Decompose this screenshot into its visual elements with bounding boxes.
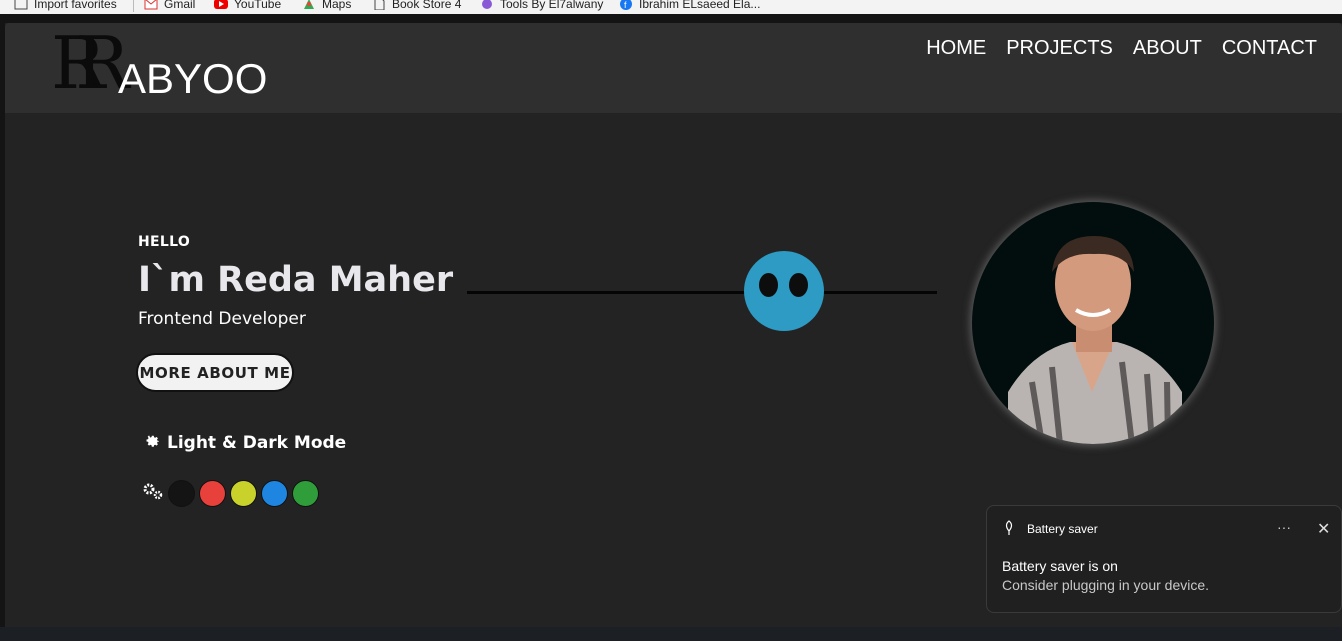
bookmark-tools[interactable]: Tools By El7alwany <box>480 0 603 11</box>
nav-projects[interactable]: PROJECTS <box>1006 37 1113 60</box>
nav-home[interactable]: HOME <box>926 37 986 60</box>
right-eye <box>789 273 808 297</box>
color-swatch-green[interactable] <box>292 480 319 507</box>
bookmark-separator <box>133 0 134 12</box>
gear-icon <box>143 431 161 454</box>
logo-text[interactable]: ABYOO <box>118 56 267 102</box>
taskbar <box>0 627 1342 641</box>
more-options-icon[interactable]: ··· <box>1277 519 1291 535</box>
facebook-icon: f <box>619 0 633 10</box>
maps-icon <box>302 0 316 10</box>
color-swatch-blue[interactable] <box>261 480 288 507</box>
tools-icon <box>480 0 494 10</box>
more-about-me-button[interactable]: MORE ABOUT ME <box>136 353 294 392</box>
hero-role: Frontend Developer <box>138 309 306 329</box>
gmail-icon <box>144 0 158 10</box>
notification-title: Battery saver is on <box>1002 558 1118 574</box>
color-swatch-black[interactable] <box>168 480 195 507</box>
logo-mark[interactable]: RR <box>51 23 129 103</box>
navbar: RR ABYOO HOME PROJECTS ABOUT CONTACT <box>5 23 1342 113</box>
import-icon <box>14 0 28 10</box>
bookmark-label: YouTube <box>234 0 282 11</box>
hero-greeting: HELLO <box>138 234 191 250</box>
bookmark-label: Ibrahim ELsaeed Ela... <box>639 0 761 11</box>
bookmark-gmail[interactable]: Gmail <box>144 0 195 11</box>
bookmark-youtube[interactable]: YouTube <box>214 0 281 11</box>
bookmark-import-favorites[interactable]: Import favorites <box>14 0 117 11</box>
bookmark-maps[interactable]: Maps <box>302 0 351 11</box>
bookmarks-bar: Import favorites Gmail YouTube Maps Book… <box>0 0 1342 14</box>
bookmark-label: Import favorites <box>34 0 117 11</box>
youtube-icon <box>214 0 228 10</box>
bookmark-label: Book Store 4 <box>392 0 462 11</box>
page-icon <box>372 0 386 11</box>
battery-leaf-icon <box>1003 520 1015 541</box>
bookmark-book-store[interactable]: Book Store 4 <box>372 0 461 11</box>
theme-mode-toggle[interactable]: Light & Dark Mode <box>143 431 346 454</box>
main-nav: HOME PROJECTS ABOUT CONTACT <box>926 37 1317 60</box>
bookmark-label: Gmail <box>164 0 196 11</box>
color-swatch-yellow[interactable] <box>230 480 257 507</box>
divider-line <box>467 291 937 294</box>
nav-contact[interactable]: CONTACT <box>1222 37 1317 60</box>
theme-mode-label: Light & Dark Mode <box>167 432 347 453</box>
color-palette <box>142 480 319 507</box>
eyes-character <box>744 251 824 331</box>
gears-icon <box>142 483 166 505</box>
profile-photo <box>972 202 1214 444</box>
bookmark-label: Maps <box>322 0 352 11</box>
notification-body: Consider plugging in your device. <box>1002 577 1210 593</box>
color-swatch-red[interactable] <box>199 480 226 507</box>
bookmark-label: Tools By El7alwany <box>500 0 604 11</box>
left-eye <box>759 273 778 297</box>
bookmark-facebook[interactable]: f Ibrahim ELsaeed Ela... <box>619 0 760 11</box>
hero-name: I`m Reda Maher <box>138 260 454 300</box>
notification-app-name: Battery saver <box>1027 522 1098 536</box>
close-icon[interactable]: ✕ <box>1317 519 1330 539</box>
nav-about[interactable]: ABOUT <box>1133 37 1202 60</box>
battery-saver-notification[interactable]: Battery saver ··· ✕ Battery saver is on … <box>986 505 1342 613</box>
